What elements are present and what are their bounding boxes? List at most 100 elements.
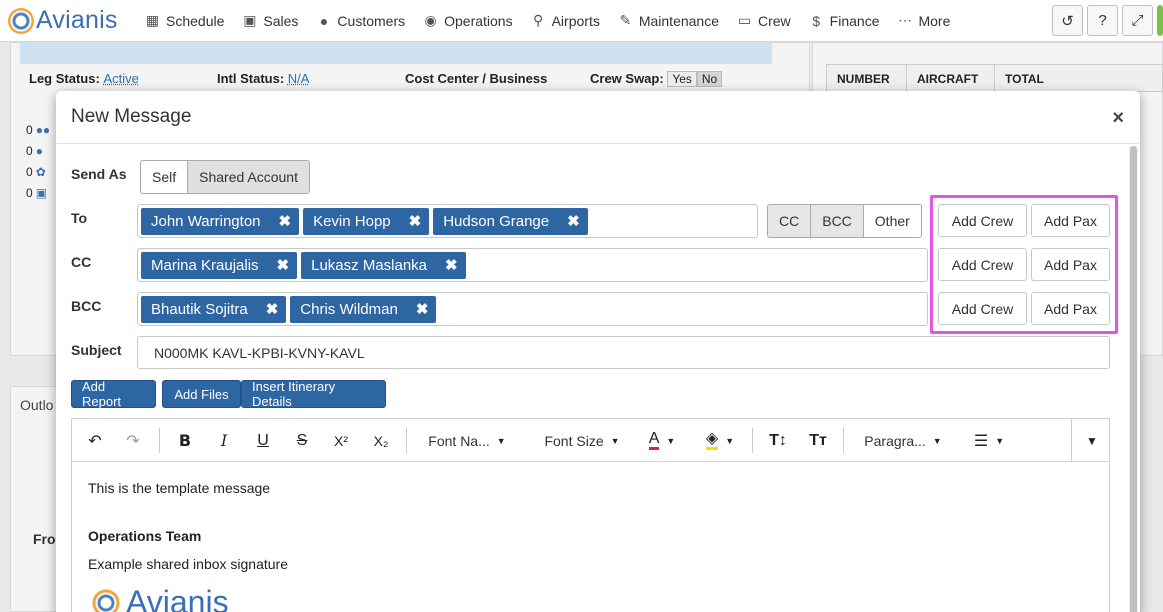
- redo-button[interactable]: ↷: [118, 419, 148, 462]
- to-recipients-input[interactable]: John Warrington ✖ Kevin Hopp ✖ Hudson Gran…: [137, 204, 758, 238]
- underline-icon: U: [257, 431, 269, 449]
- crew-swap-no[interactable]: No: [696, 71, 723, 87]
- font-name-label: Font Na...: [428, 432, 490, 449]
- toggle-other[interactable]: Other: [864, 205, 921, 237]
- nav-sales-label: Sales: [263, 12, 299, 29]
- modal-scrollbar[interactable]: [1129, 146, 1138, 612]
- signature-logo: Avianis: [88, 584, 1093, 612]
- recipient-tag: Kevin Hopp ✖: [303, 207, 430, 235]
- recipient-tag: Hudson Grange ✖: [433, 207, 588, 235]
- help-button[interactable]: ?: [1087, 5, 1118, 36]
- caret-down-icon: ▼: [725, 435, 735, 446]
- send-as-self[interactable]: Self: [141, 161, 189, 193]
- toolbar-divider: [752, 428, 753, 453]
- scrollbar-thumb[interactable]: [1130, 146, 1137, 612]
- add-files-button[interactable]: Add Files: [162, 380, 241, 408]
- highlight-color-button[interactable]: ◈ ▼: [698, 419, 742, 462]
- editor-toolbar: ↶ ↷ B I U S X² X₂ Font Na... ▼ Font Size ▼…: [72, 419, 1109, 462]
- recipient-type-toggle: CC BCC Other: [767, 204, 922, 238]
- send-as-shared-account[interactable]: Shared Account: [188, 161, 309, 193]
- toolbar-divider: [159, 428, 160, 453]
- nav-schedule[interactable]: ▦ Schedule: [136, 0, 233, 42]
- send-as-toggle: Self Shared Account: [140, 160, 310, 194]
- dots-icon: ⋯: [897, 12, 912, 28]
- signature-text: Example shared inbox signature: [88, 556, 289, 572]
- nav-finance[interactable]: $ Finance: [800, 0, 889, 42]
- send-as-label: Send As: [71, 166, 127, 182]
- leg-status-value[interactable]: Active: [103, 71, 138, 86]
- font-size-dropdown[interactable]: Font Size ▼: [532, 419, 632, 462]
- undo-button[interactable]: ↶: [80, 419, 110, 462]
- history-icon: ↺: [1061, 12, 1074, 30]
- close-button[interactable]: ×: [1112, 107, 1124, 130]
- count-value: 0: [26, 144, 33, 158]
- bcc-recipients-input[interactable]: Bhautik Sojitra ✖ Chris Wildman ✖: [137, 292, 928, 326]
- from-label: Fro: [33, 531, 56, 547]
- italic-icon: I: [220, 431, 228, 450]
- chevron-down-icon: ▼: [1086, 433, 1098, 448]
- recipient-name: Kevin Hopp: [313, 212, 391, 230]
- remove-icon[interactable]: ✖: [266, 300, 279, 318]
- nav-more[interactable]: ⋯ More: [888, 0, 959, 42]
- font-name-dropdown[interactable]: Font Na... ▼: [417, 419, 517, 462]
- text-color-button[interactable]: A ▼: [640, 419, 684, 462]
- toggle-bcc[interactable]: BCC: [811, 205, 864, 237]
- subject-input[interactable]: [137, 336, 1110, 369]
- fullscreen-button[interactable]: ⤢: [1122, 5, 1153, 36]
- nav-airports[interactable]: ⚲ Airports: [522, 0, 609, 42]
- recipient-name: John Warrington: [151, 212, 261, 230]
- insert-itinerary-button[interactable]: Insert Itinerary Details: [241, 379, 386, 409]
- leg-status: Leg Status: Active: [29, 71, 139, 86]
- toggle-cc[interactable]: CC: [768, 205, 812, 237]
- align-dropdown[interactable]: ☰ ▼: [965, 419, 1013, 462]
- recipient-name: Lukasz Maslanka: [311, 256, 428, 274]
- remove-icon[interactable]: ✖: [416, 300, 429, 318]
- toolbar-divider: [843, 428, 844, 453]
- remove-icon[interactable]: ✖: [279, 212, 292, 230]
- help-icon: ?: [1098, 12, 1107, 29]
- subject-label: Subject: [71, 342, 122, 358]
- nav-maintenance[interactable]: ✎ Maintenance: [609, 0, 728, 42]
- remove-icon[interactable]: ✖: [567, 212, 580, 230]
- underline-button[interactable]: U: [249, 419, 277, 462]
- recipient-tag: Chris Wildman ✖: [290, 295, 437, 323]
- count-row: 0 ●: [26, 141, 50, 162]
- users-icon: ●: [319, 12, 329, 29]
- paragraph-dropdown[interactable]: Paragra... ▼: [853, 419, 953, 462]
- text-transform-button[interactable]: Tт: [803, 419, 833, 462]
- add-report-button[interactable]: Add Report: [71, 379, 156, 409]
- italic-button[interactable]: I: [210, 419, 238, 462]
- nav-crew[interactable]: ▭ Crew: [728, 0, 800, 42]
- paw-icon: ✿: [35, 165, 46, 179]
- remove-icon[interactable]: ✖: [277, 256, 290, 274]
- more-toolbar-button[interactable]: ▼: [1077, 419, 1107, 462]
- crew-swap-yes[interactable]: Yes: [667, 71, 697, 87]
- nav-sales[interactable]: ▣ Sales: [233, 0, 307, 42]
- line-height-button[interactable]: T↕: [763, 419, 793, 462]
- brand-logo[interactable]: Avianis: [0, 6, 136, 35]
- nav-customers[interactable]: ● Customers: [307, 0, 414, 42]
- count-row: 0 ●●: [26, 120, 50, 141]
- strikethrough-button[interactable]: S: [288, 419, 316, 462]
- recipient-name: Hudson Grange: [443, 212, 550, 230]
- subscript-button[interactable]: X₂: [366, 419, 396, 462]
- signature-title: Operations Team: [88, 528, 202, 544]
- remove-icon[interactable]: ✖: [445, 256, 458, 274]
- text-case-icon: Tт: [809, 431, 827, 449]
- col-total: TOTAL: [1005, 72, 1044, 86]
- bold-button[interactable]: B: [171, 419, 199, 462]
- cart-icon: ▣: [243, 12, 257, 28]
- count-value: 0: [26, 165, 33, 179]
- line-height-icon: T↕: [769, 431, 787, 449]
- superscript-button[interactable]: X²: [326, 419, 356, 462]
- editor-body[interactable]: This is the template message Operations …: [72, 462, 1109, 612]
- status-indicator: [1157, 5, 1163, 36]
- wrench-icon: ✎: [619, 12, 632, 28]
- intl-status-value[interactable]: N/A: [288, 71, 310, 86]
- remove-icon[interactable]: ✖: [409, 212, 422, 230]
- cc-recipients-input[interactable]: Marina Kraujalis ✖ Lukasz Maslanka ✖: [137, 248, 928, 282]
- nav-operations[interactable]: ◉ Operations: [414, 0, 521, 42]
- recipient-name: Marina Kraujalis: [151, 256, 259, 274]
- history-button[interactable]: ↺: [1052, 5, 1083, 36]
- recipient-name: Chris Wildman: [300, 300, 398, 318]
